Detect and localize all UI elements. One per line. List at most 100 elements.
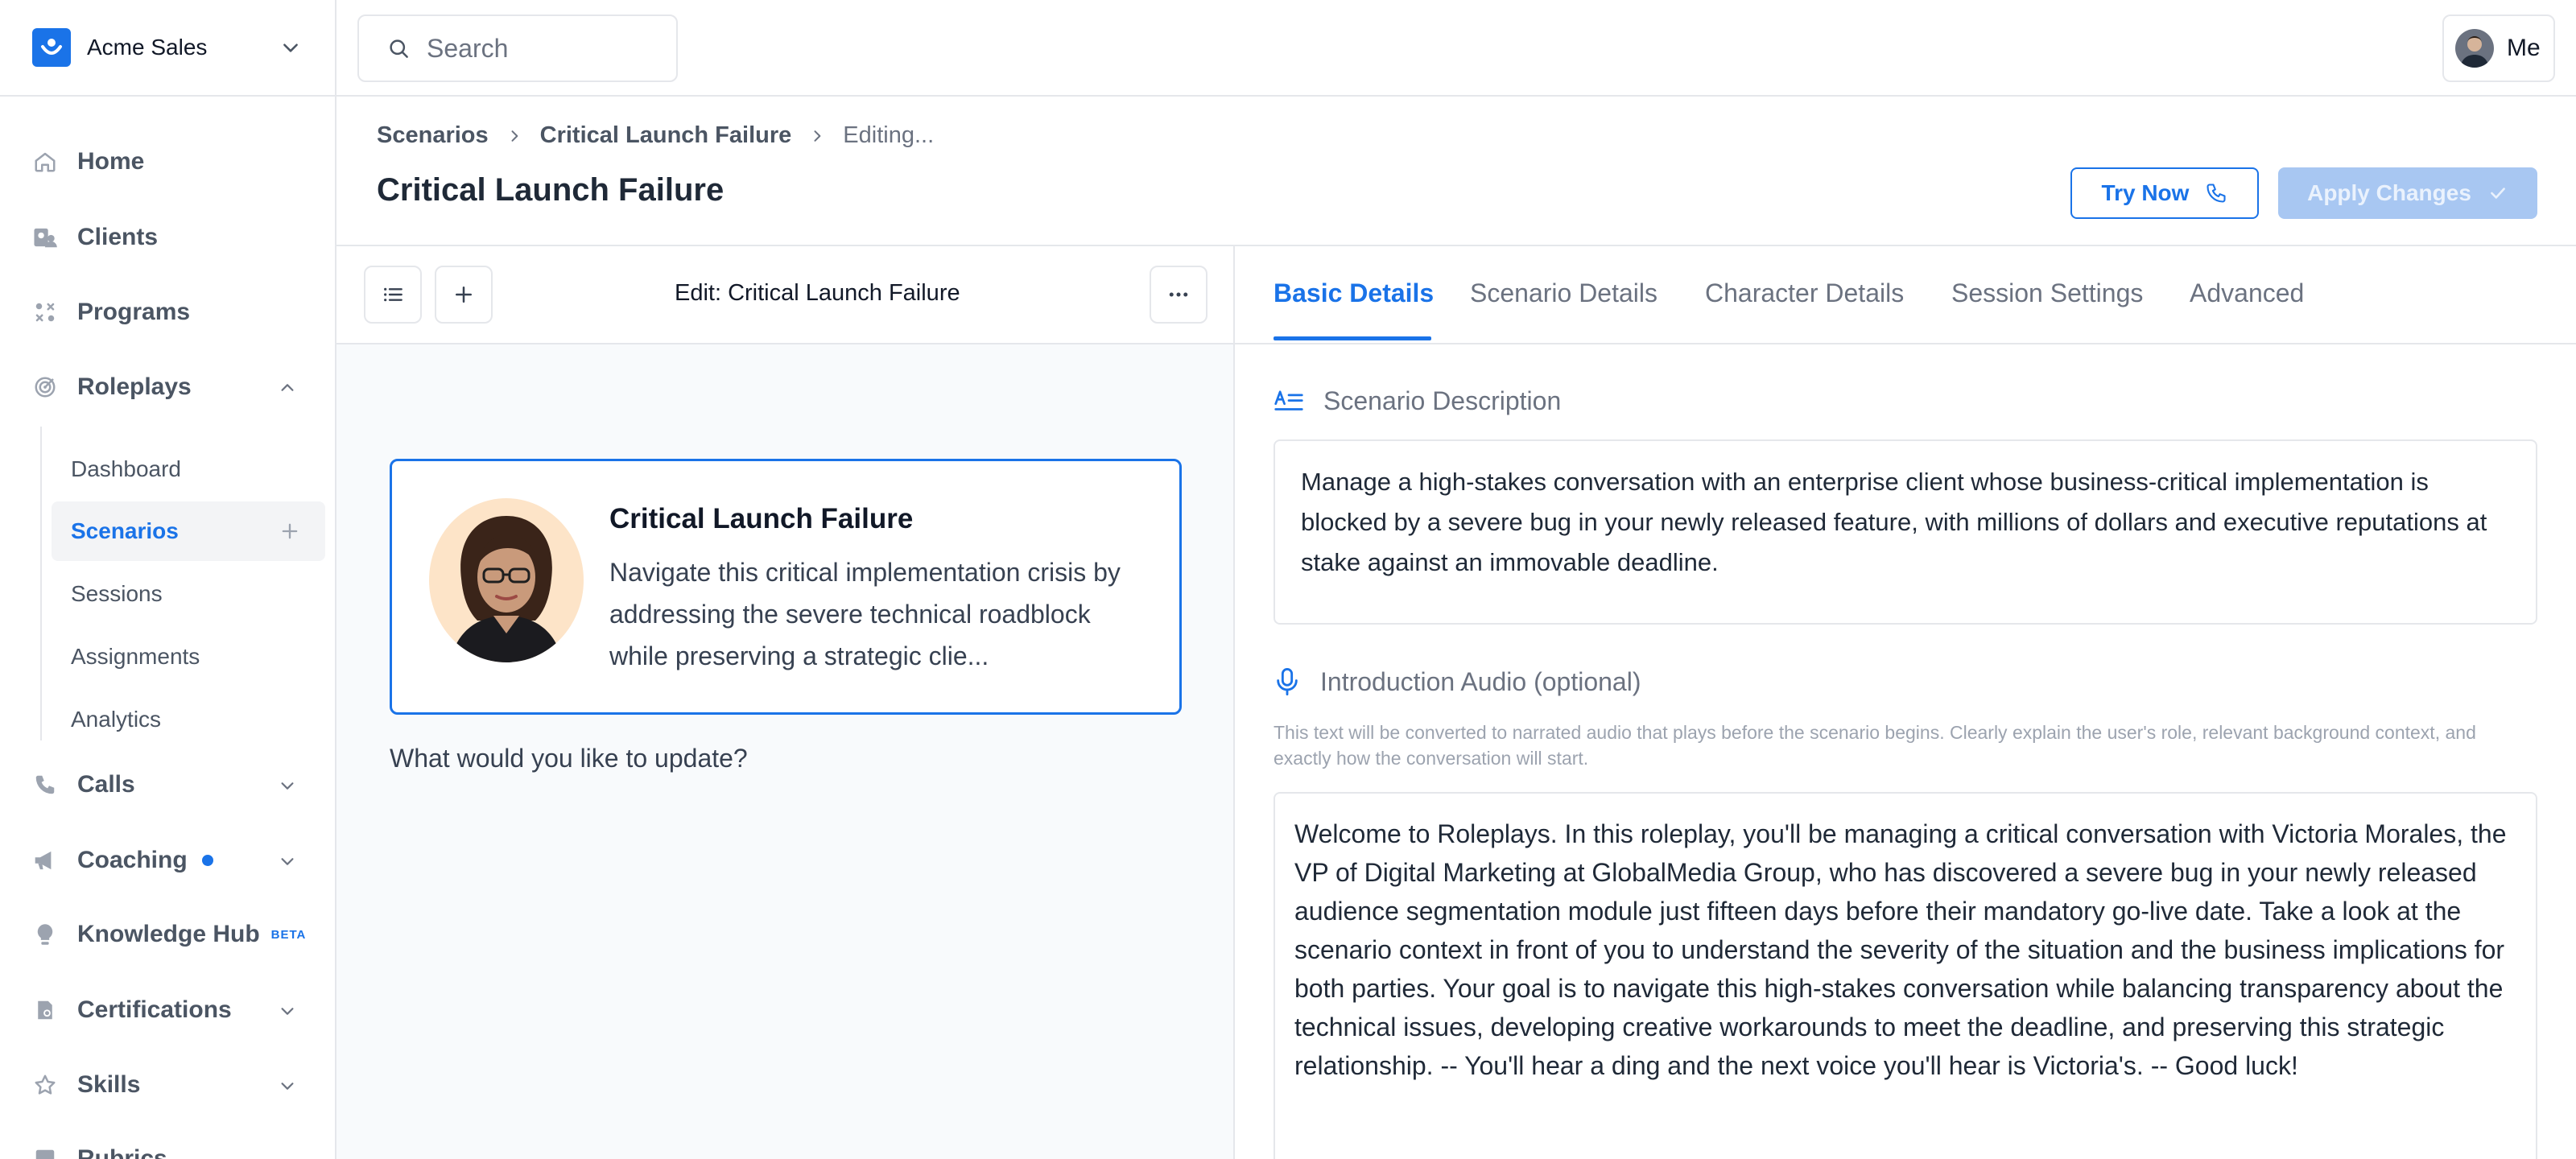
- text-align-icon: [1274, 388, 1304, 415]
- tab-basic-details[interactable]: Basic Details: [1274, 278, 1434, 308]
- beta-badge: BETA: [270, 927, 307, 942]
- add-button[interactable]: [435, 266, 493, 324]
- more-horizontal-icon: [1166, 283, 1191, 307]
- lightbulb-icon: [32, 922, 58, 947]
- megaphone-icon: [32, 848, 58, 873]
- microphone-icon: [1274, 666, 1301, 697]
- org-switcher[interactable]: Acme Sales: [0, 0, 336, 97]
- chevron-right-icon: [506, 128, 522, 144]
- org-logo-icon: [32, 28, 71, 67]
- tab-scenario-details[interactable]: Scenario Details: [1470, 278, 1657, 308]
- search-placeholder: Search: [427, 33, 509, 63]
- chevron-up-icon: [279, 379, 296, 397]
- sidebar: Acme Sales Home Clients Programs Rolepla…: [0, 0, 336, 1159]
- sidebar-item-label: Rubrics: [77, 1145, 167, 1159]
- phone-icon: [2189, 182, 2227, 204]
- search-input[interactable]: Search: [357, 14, 678, 82]
- sidebar-item-label: Skills: [77, 1071, 141, 1098]
- submenu-item-sessions[interactable]: Sessions: [52, 564, 325, 624]
- sidebar-item-label: Calls: [77, 771, 135, 798]
- submenu-item-dashboard[interactable]: Dashboard: [52, 439, 325, 499]
- sidebar-item-programs[interactable]: Programs: [0, 287, 335, 338]
- scenario-card[interactable]: Critical Launch Failure Navigate this cr…: [390, 459, 1182, 715]
- introduction-audio-field[interactable]: Welcome to Roleplays. In this roleplay, …: [1274, 792, 2537, 1159]
- details-tabs: Basic Details Scenario Details Character…: [1235, 246, 2576, 344]
- breadcrumb-scenario[interactable]: Critical Launch Failure: [540, 122, 792, 149]
- try-now-label: Try Now: [2101, 180, 2190, 205]
- update-prompt: What would you like to update?: [390, 744, 748, 773]
- tab-advanced[interactable]: Advanced: [2190, 278, 2304, 308]
- plus-icon: [452, 283, 476, 307]
- sidebar-item-home[interactable]: Home: [0, 136, 335, 188]
- sidebar-item-label: Knowledge Hub: [77, 921, 260, 947]
- phone-icon: [32, 772, 58, 798]
- editor-pane: Edit: Critical Launch Failure Critical L…: [336, 246, 1233, 1159]
- notification-dot: [201, 855, 213, 866]
- submenu-item-scenarios[interactable]: Scenarios: [52, 501, 325, 561]
- sidebar-item-certifications[interactable]: Certifications: [0, 984, 335, 1036]
- breadcrumb-scenarios[interactable]: Scenarios: [377, 122, 489, 149]
- tab-character-details[interactable]: Character Details: [1705, 278, 1904, 308]
- sidebar-item-label: Roleplays: [77, 373, 192, 400]
- active-tab-indicator: [1274, 336, 1431, 340]
- apply-changes-label: Apply Changes: [2307, 180, 2471, 205]
- scenario-description-label: Scenario Description: [1323, 386, 1562, 415]
- breadcrumb-current: Editing...: [843, 122, 935, 148]
- introduction-audio-hint: This text will be converted to narrated …: [1274, 722, 2476, 769]
- target-icon: [32, 374, 58, 400]
- avatar: [2455, 29, 2494, 68]
- scenario-card-title: Critical Launch Failure: [609, 503, 914, 534]
- scenario-description-heading: Scenario Description: [1274, 386, 1561, 416]
- sidebar-item-knowledge-hub[interactable]: Knowledge Hub BETA: [0, 909, 335, 960]
- clients-icon: [32, 225, 58, 250]
- star-icon: [32, 1072, 58, 1098]
- add-scenario-icon[interactable]: [279, 520, 301, 542]
- sidebar-item-clients[interactable]: Clients: [0, 212, 335, 263]
- chevron-down-icon: [279, 1077, 296, 1095]
- editor-title: Edit: Critical Launch Failure: [675, 280, 960, 306]
- check-icon: [2471, 183, 2508, 204]
- editor-body: Critical Launch Failure Navigate this cr…: [336, 344, 1233, 1159]
- breadcrumb: Scenarios Critical Launch Failure Editin…: [377, 122, 934, 149]
- search-icon: [386, 36, 411, 60]
- programs-icon: [32, 299, 58, 325]
- apply-changes-button[interactable]: Apply Changes: [2278, 167, 2537, 219]
- submenu-item-analytics[interactable]: Analytics: [52, 690, 325, 749]
- more-options-button[interactable]: [1150, 266, 1208, 324]
- scenario-description-field[interactable]: Manage a high-stakes conversation with a…: [1274, 439, 2537, 625]
- certificate-icon: [32, 997, 58, 1023]
- chevron-right-icon: [809, 128, 825, 144]
- introduction-audio-heading: Introduction Audio (optional): [1274, 666, 1641, 697]
- chevron-down-icon: [280, 37, 301, 58]
- home-icon: [32, 149, 58, 175]
- pane-divider: [1233, 246, 1235, 1159]
- tab-session-settings[interactable]: Session Settings: [1951, 278, 2143, 308]
- try-now-button[interactable]: Try Now: [2070, 167, 2259, 219]
- chevron-down-icon: [279, 1002, 296, 1020]
- sidebar-item-skills[interactable]: Skills: [0, 1059, 335, 1111]
- sidebar-item-coaching[interactable]: Coaching: [0, 835, 335, 886]
- sidebar-item-rubrics[interactable]: Rubrics: [0, 1133, 335, 1159]
- chevron-down-icon: [279, 777, 296, 794]
- list-button[interactable]: [364, 266, 422, 324]
- sidebar-item-label: Clients: [77, 224, 159, 250]
- scenario-card-description: Navigate this critical implementation cr…: [609, 558, 1121, 670]
- user-label: Me: [2507, 35, 2541, 61]
- chevron-down-icon: [279, 852, 296, 870]
- sidebar-item-label: Certifications: [77, 996, 232, 1023]
- sidebar-item-label: Home: [77, 148, 145, 175]
- submenu-item-label: Scenarios: [71, 518, 179, 543]
- character-avatar: [429, 498, 584, 662]
- sidebar-item-label: Programs: [77, 299, 191, 325]
- sidebar-item-calls[interactable]: Calls: [0, 759, 335, 810]
- introduction-audio-label: Introduction Audio (optional): [1320, 666, 1641, 696]
- editor-toolbar: Edit: Critical Launch Failure: [336, 246, 1233, 344]
- top-bar: Search Me: [336, 0, 2576, 97]
- submenu-item-assignments[interactable]: Assignments: [52, 627, 325, 687]
- list-icon: [380, 282, 406, 307]
- page-title: Critical Launch Failure: [377, 172, 724, 208]
- rubric-icon: [32, 1146, 58, 1159]
- sidebar-item-roleplays[interactable]: Roleplays: [0, 361, 335, 413]
- org-name: Acme Sales: [87, 35, 208, 60]
- user-menu-button[interactable]: Me: [2442, 14, 2555, 82]
